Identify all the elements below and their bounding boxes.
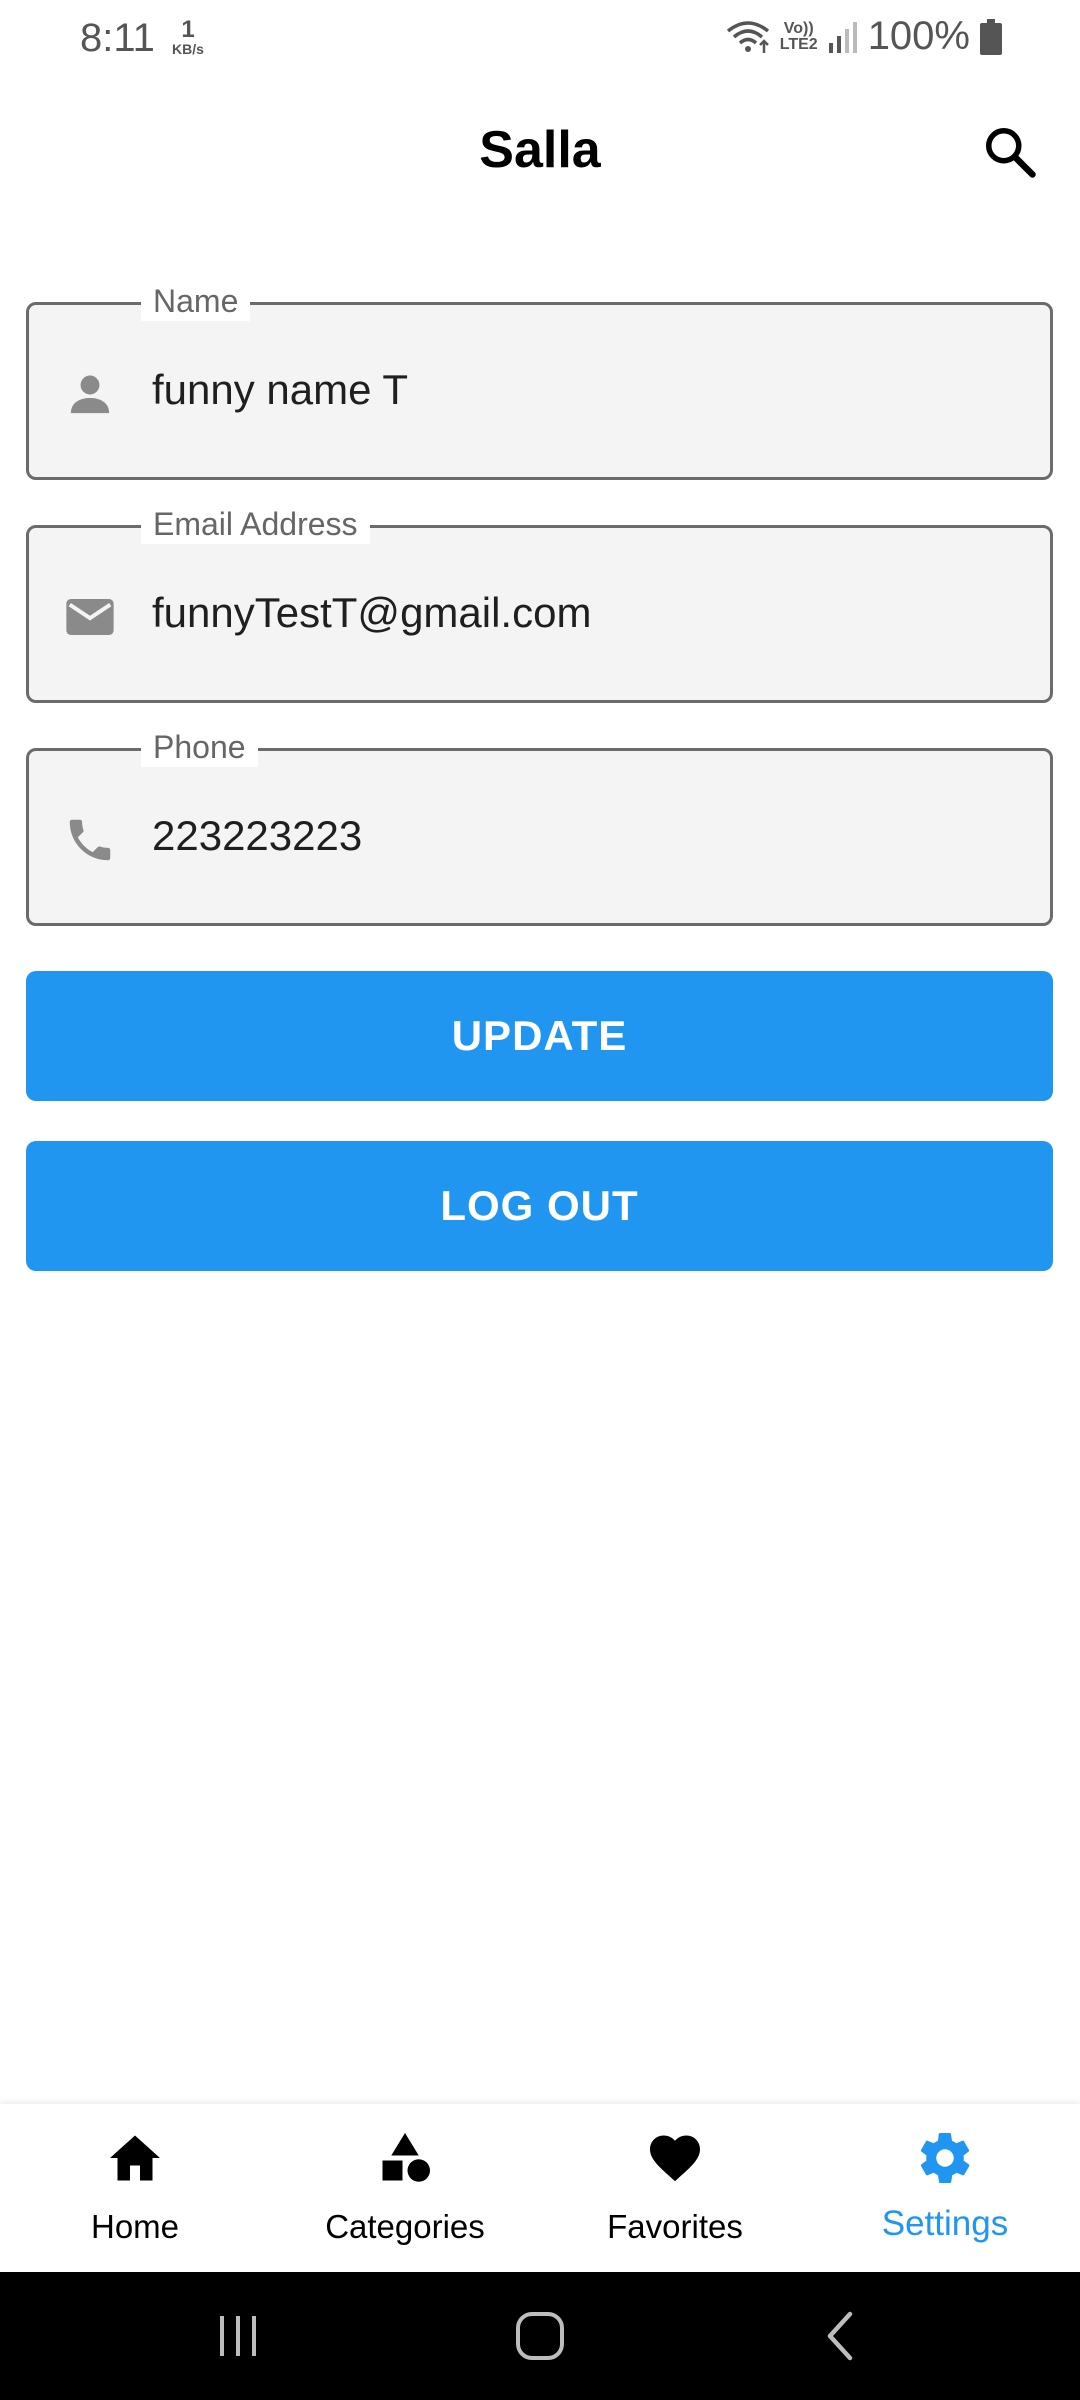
phone-icon [69, 819, 111, 861]
phone-field[interactable]: Phone [26, 727, 1053, 926]
nav-label-home: Home [90, 2208, 180, 2245]
email-field-label: Email Address [141, 504, 370, 544]
status-icons: Vo)) LTE2 100% [726, 14, 1002, 59]
mail-icon [66, 599, 114, 635]
volte-bottom-text: LTE2 [779, 35, 818, 53]
home-system-icon[interactable] [510, 2306, 570, 2366]
person-icon [70, 375, 110, 414]
heart-icon [650, 2135, 700, 2182]
nav-item-home[interactable]: Home [0, 2104, 270, 2272]
name-field-label: Name [141, 281, 251, 321]
nav-item-favorites[interactable]: Favorites [540, 2104, 810, 2272]
signal-icon [828, 21, 857, 53]
phone-field-label: Phone [141, 727, 258, 767]
app-title: Salla [479, 121, 601, 179]
wifi-icon [726, 20, 769, 53]
gear-icon [920, 2133, 970, 2183]
volte-indicator: Vo)) LTE2 [779, 19, 818, 53]
nav-label-settings: Settings [881, 2204, 1009, 2243]
settings-screen: 8:11 1 KB/s Vo)) LTE2 100% Salla Name fu… [0, 0, 1080, 2400]
update-button[interactable]: UPDATE [26, 971, 1053, 1101]
network-speed: 1 KB/s [166, 16, 210, 57]
email-field[interactable]: Email Address [26, 504, 1053, 703]
nav-item-settings[interactable]: Settings [810, 2104, 1080, 2272]
nav-label-categories: Categories [325, 2208, 485, 2245]
email-input[interactable] [152, 568, 1012, 658]
phone-input[interactable] [152, 791, 1012, 881]
network-speed-value: 1 [181, 16, 195, 43]
logout-button[interactable]: LOG OUT [26, 1141, 1053, 1271]
app-bar: Salla [0, 90, 1080, 210]
system-navigation-bar [0, 2272, 1080, 2400]
search-button[interactable] [980, 122, 1040, 182]
network-speed-unit: KB/s [172, 41, 204, 57]
home-icon [110, 2135, 160, 2181]
name-field[interactable]: Name [26, 281, 1053, 480]
status-time: 8:11 [80, 16, 155, 60]
nav-item-categories[interactable]: Categories [270, 2104, 540, 2272]
status-bar: 8:11 1 KB/s Vo)) LTE2 100% [0, 0, 1080, 80]
volte-top-text: Vo)) [783, 19, 814, 37]
bottom-navigation: Home Categories Favorites Settings [0, 2104, 1080, 2272]
name-input[interactable] [152, 345, 1012, 435]
battery-icon [980, 18, 1002, 55]
recent-apps-icon[interactable] [208, 2306, 268, 2366]
battery-percentage: 100% [867, 14, 970, 58]
categories-icon [382, 2133, 430, 2182]
nav-label-favorites: Favorites [607, 2208, 743, 2245]
back-icon[interactable] [812, 2306, 872, 2366]
search-icon [986, 128, 1036, 178]
